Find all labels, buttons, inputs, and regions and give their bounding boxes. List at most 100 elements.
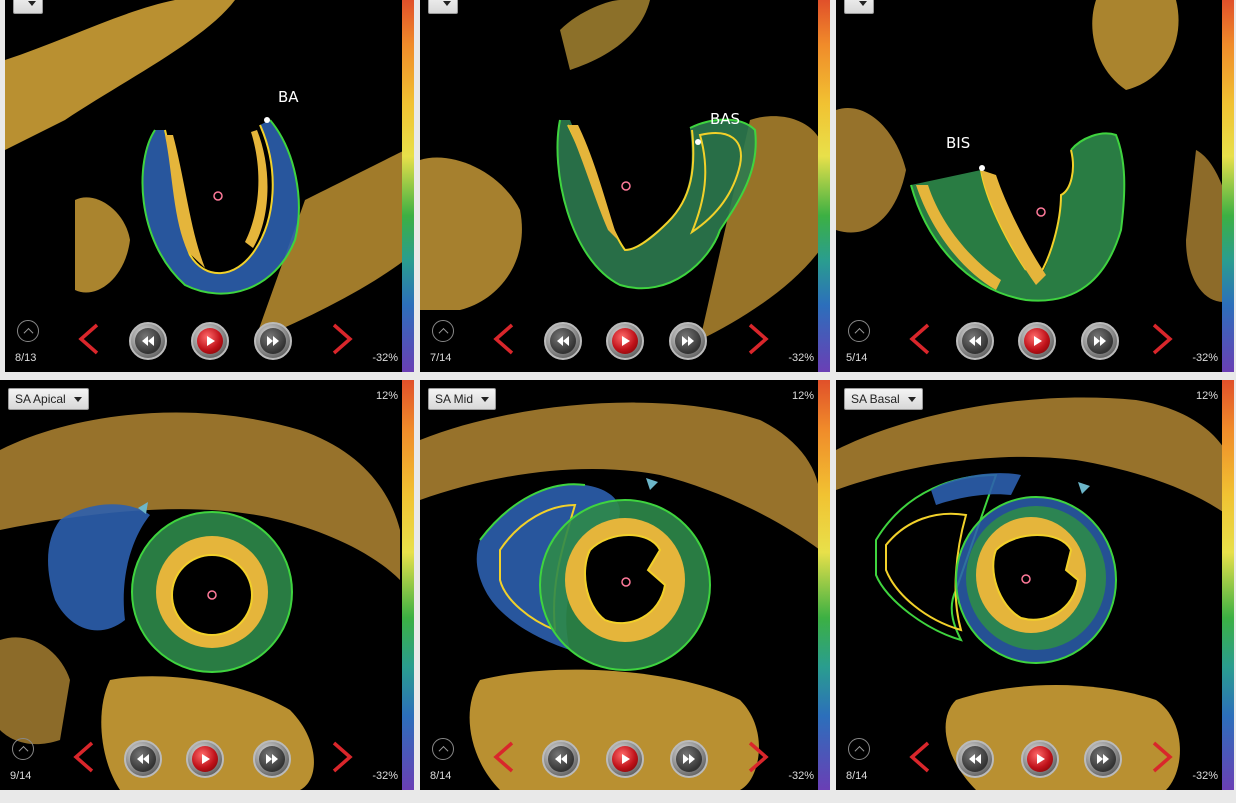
fast-forward-button[interactable] [254, 322, 292, 360]
strain-image [0, 412, 400, 790]
fast-forward-icon [267, 336, 279, 346]
chevron-left-icon[interactable] [906, 740, 934, 774]
fast-forward-icon [1097, 754, 1109, 764]
chevron-right-icon[interactable] [328, 322, 356, 356]
rewind-icon [137, 754, 149, 764]
chevron-up-icon[interactable] [848, 320, 870, 342]
fast-forward-icon [1094, 336, 1106, 346]
play-icon [1037, 754, 1045, 764]
strain-colorbar [1222, 380, 1234, 790]
chevron-left-icon[interactable] [75, 322, 103, 356]
fast-forward-button[interactable] [669, 322, 707, 360]
frame-counter: 5/14 [846, 352, 868, 364]
rewind-button[interactable] [956, 322, 994, 360]
chevron-down-icon [73, 397, 82, 402]
chevron-down-icon [443, 1, 451, 6]
viewer-panel-3[interactable]: BIS -32% 5/14 [836, 0, 1234, 372]
strain-colorbar [1222, 0, 1234, 372]
chevron-up-icon[interactable] [432, 738, 454, 760]
view-select[interactable] [13, 0, 43, 14]
view-select[interactable]: SA Apical [8, 388, 89, 410]
chevron-up-icon[interactable] [17, 320, 39, 342]
viewer-panel-5[interactable]: SA Mid 12% -32% 8/14 [420, 380, 830, 790]
play-icon [622, 336, 630, 346]
viewer-grid: BA -32% 8/13 BAS -32% 7/14 BIS -32% 5/14… [0, 0, 1236, 803]
viewer-panel-2[interactable]: BAS -32% 7/14 [420, 0, 830, 372]
landmark-label: BA [278, 88, 299, 106]
fast-forward-icon [683, 754, 695, 764]
chevron-left-icon[interactable] [490, 322, 518, 356]
chevron-right-icon[interactable] [1148, 740, 1176, 774]
strain-image [836, 0, 1234, 302]
rewind-icon [969, 754, 981, 764]
fast-forward-icon [266, 754, 278, 764]
play-icon [622, 754, 630, 764]
scale-max-label: 12% [375, 390, 398, 402]
strain-image [5, 0, 405, 340]
landmark-label: BIS [946, 134, 971, 152]
strain-image [420, 402, 820, 790]
view-select[interactable]: SA Mid [428, 388, 497, 410]
fast-forward-icon [682, 336, 694, 346]
chevron-up-icon[interactable] [12, 738, 34, 760]
play-button[interactable] [1021, 740, 1059, 778]
rewind-button[interactable] [544, 322, 582, 360]
rewind-icon [555, 754, 567, 764]
chevron-up-icon[interactable] [848, 738, 870, 760]
rewind-button[interactable] [956, 740, 994, 778]
chevron-down-icon [28, 1, 36, 6]
viewer-panel-4[interactable]: SA Apical 12% -32% 9/14 [0, 380, 414, 790]
chevron-right-icon[interactable] [744, 740, 772, 774]
rewind-button[interactable] [129, 322, 167, 360]
strain-colorbar [402, 0, 414, 372]
fast-forward-button[interactable] [253, 740, 291, 778]
play-button[interactable] [191, 322, 229, 360]
rewind-icon [969, 336, 981, 346]
strain-colorbar [402, 380, 414, 790]
chevron-right-icon[interactable] [1148, 322, 1176, 356]
play-icon [202, 754, 210, 764]
fast-forward-button[interactable] [670, 740, 708, 778]
viewer-panel-6[interactable]: SA Basal 12% -32% 8/14 [836, 380, 1234, 790]
play-icon [207, 336, 215, 346]
scale-min-label: -32% [788, 770, 814, 782]
play-button[interactable] [1018, 322, 1056, 360]
fast-forward-button[interactable] [1084, 740, 1122, 778]
strain-image [420, 0, 820, 340]
chevron-right-icon[interactable] [328, 740, 356, 774]
frame-counter: 8/13 [15, 352, 37, 364]
view-select[interactable]: SA Basal [844, 388, 923, 410]
scale-min-label: -32% [372, 352, 398, 364]
rewind-button[interactable] [124, 740, 162, 778]
view-select[interactable] [428, 0, 458, 14]
viewer-panel-1[interactable]: BA -32% 8/13 [5, 0, 414, 372]
view-select[interactable] [844, 0, 874, 14]
rewind-icon [142, 336, 154, 346]
frame-counter: 7/14 [430, 352, 452, 364]
play-icon [1034, 336, 1042, 346]
chevron-left-icon[interactable] [490, 740, 518, 774]
landmark-label: BAS [710, 110, 741, 128]
frame-counter: 9/14 [10, 770, 32, 782]
scale-max-label: 12% [791, 390, 814, 402]
chevron-left-icon[interactable] [70, 740, 98, 774]
strain-image [836, 397, 1234, 790]
fast-forward-button[interactable] [1081, 322, 1119, 360]
play-button[interactable] [186, 740, 224, 778]
frame-counter: 8/14 [846, 770, 868, 782]
play-button[interactable] [606, 740, 644, 778]
scale-min-label: -32% [372, 770, 398, 782]
rewind-button[interactable] [542, 740, 580, 778]
chevron-right-icon[interactable] [744, 322, 772, 356]
scale-min-label: -32% [1192, 352, 1218, 364]
scale-min-label: -32% [788, 352, 814, 364]
chevron-down-icon [859, 1, 867, 6]
chevron-left-icon[interactable] [906, 322, 934, 356]
strain-colorbar [818, 0, 830, 372]
scale-max-label: 12% [1195, 390, 1218, 402]
strain-colorbar [818, 380, 830, 790]
chevron-up-icon[interactable] [432, 320, 454, 342]
frame-counter: 8/14 [430, 770, 452, 782]
play-button[interactable] [606, 322, 644, 360]
rewind-icon [557, 336, 569, 346]
